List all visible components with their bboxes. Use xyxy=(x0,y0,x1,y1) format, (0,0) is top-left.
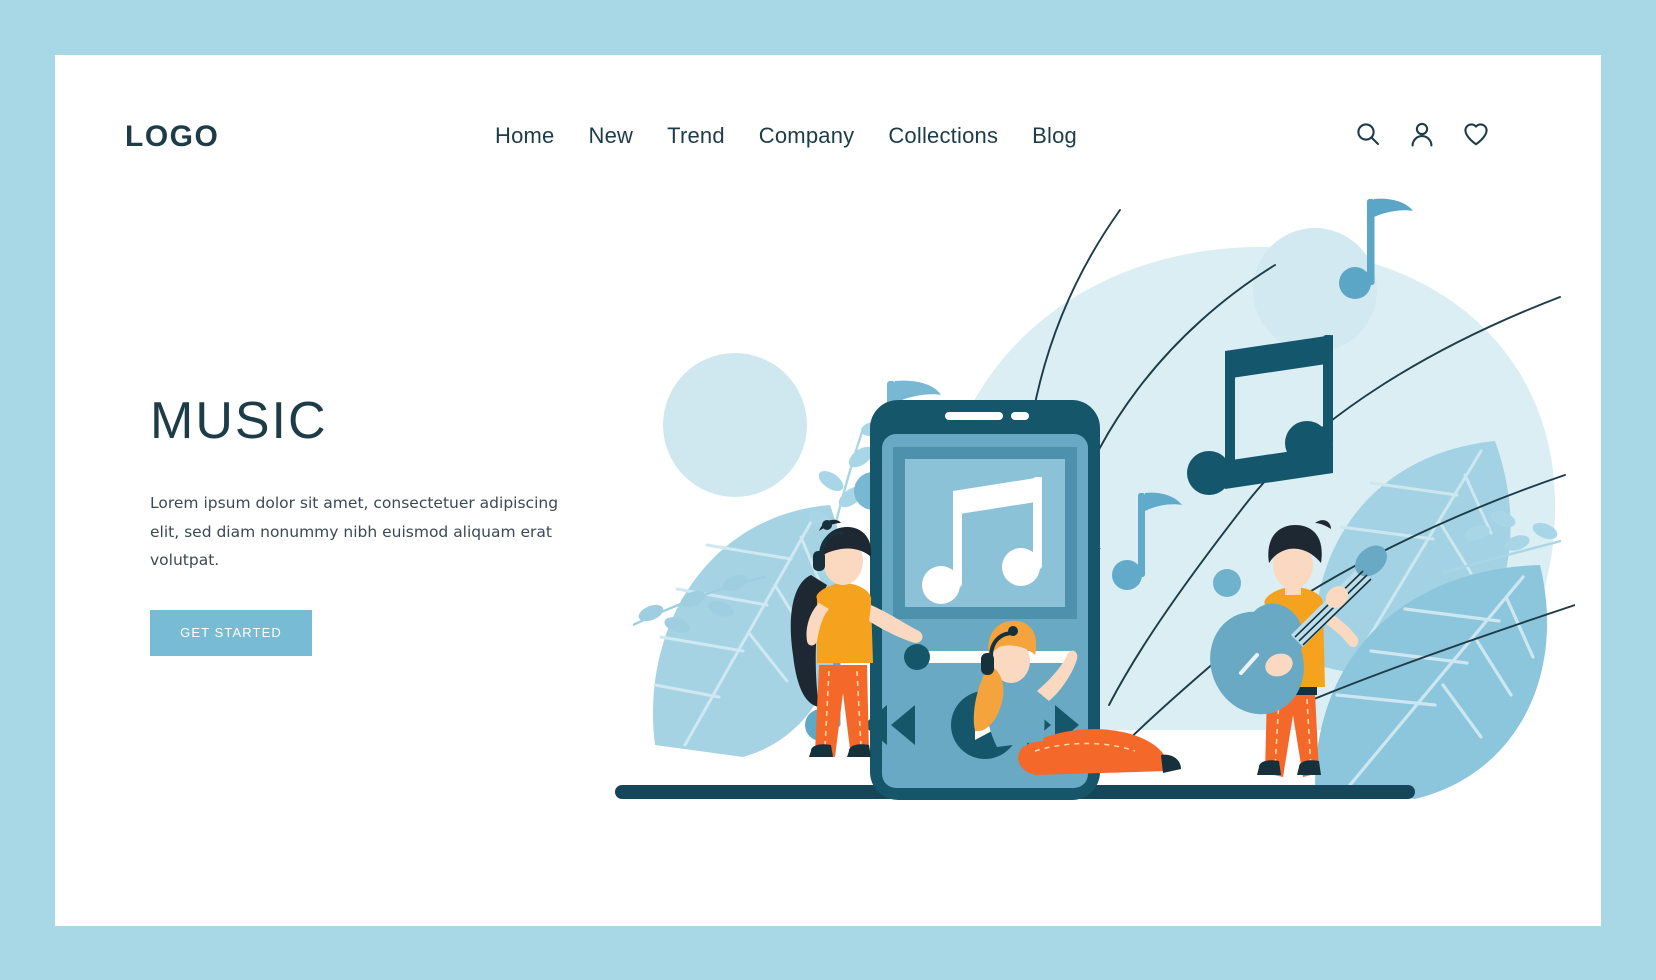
nav-item-collections[interactable]: Collections xyxy=(888,123,998,149)
phone-camera xyxy=(1011,412,1029,420)
page-frame: LOGO Home New Trend Company Collections … xyxy=(0,0,1656,980)
landing-card: LOGO Home New Trend Company Collections … xyxy=(55,55,1601,926)
user-icon[interactable] xyxy=(1409,121,1435,147)
main-navigation: Home New Trend Company Collections Blog xyxy=(495,123,1077,149)
music-illustration xyxy=(615,185,1575,835)
nav-item-home[interactable]: Home xyxy=(495,123,555,149)
music-note-seated-side xyxy=(1213,569,1241,597)
nav-item-blog[interactable]: Blog xyxy=(1032,123,1077,149)
hero-paragraph: Lorem ipsum dolor sit amet, consectetuer… xyxy=(150,494,559,570)
nav-item-new[interactable]: New xyxy=(589,123,634,149)
page-title: MUSIC xyxy=(150,392,328,450)
hero-copy: MUSIC Lorem ipsum dolor sit amet, consec… xyxy=(150,392,590,657)
phone-speaker xyxy=(945,412,1003,420)
nav-item-company[interactable]: Company xyxy=(759,123,855,149)
decor-circle-left xyxy=(663,353,807,497)
logo[interactable]: LOGO xyxy=(125,120,219,154)
nav-item-trend[interactable]: Trend xyxy=(667,123,725,149)
search-icon[interactable] xyxy=(1355,121,1381,147)
heart-icon[interactable] xyxy=(1463,121,1489,147)
progress-knob xyxy=(904,644,930,670)
get-started-button[interactable]: GET STARTED xyxy=(150,610,312,657)
header-icon-group xyxy=(1355,121,1489,147)
